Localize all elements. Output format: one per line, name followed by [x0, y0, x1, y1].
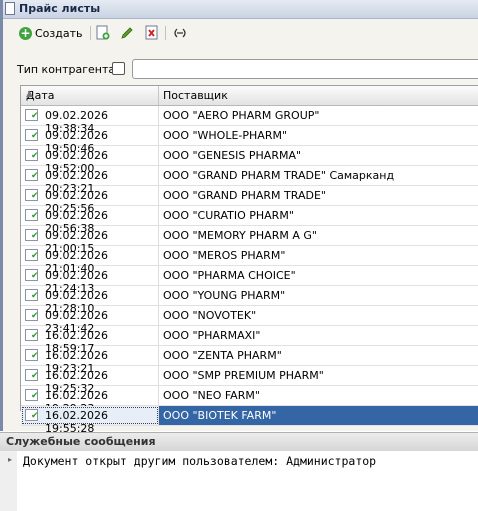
document-posted-icon [25, 389, 39, 401]
window-title-bar: Прайс листы [3, 0, 478, 19]
supplier-cell[interactable]: ООО "GENESIS PHARMA" [163, 149, 301, 162]
date-cell[interactable]: 09.02.2026 21:24:13 [21, 266, 159, 295]
table-row[interactable]: 09.02.2026 20:56:38 ООО "CURATIO PHARM" [21, 206, 478, 235]
toolbar-separator [90, 26, 91, 40]
supplier-cell[interactable]: ООО "ZENTA PHARM" [163, 349, 282, 362]
date-cell[interactable]: 09.02.2026 21:28:10 [21, 286, 159, 315]
sort-ascending-icon: ▲ [26, 89, 33, 99]
price-list-table: Дата ▲ Поставщик 09.02.2026 19:38:34 ООО … [20, 85, 478, 435]
table-row[interactable]: 09.02.2026 20:25:56 ООО "GRAND PHARM TRAD… [21, 186, 478, 215]
date-cell[interactable]: 16.02.2026 18:59:17 [21, 326, 159, 355]
date-cell[interactable]: 09.02.2026 20:23:21 [21, 166, 159, 195]
document-posted-icon [25, 109, 39, 121]
document-posted-icon [25, 329, 39, 341]
table-body: 09.02.2026 19:38:34 ООО "AERO PHARM GROUP… [21, 106, 478, 435]
supplier-cell[interactable]: ООО "PHARMAXI" [163, 329, 260, 342]
copy-icon [96, 25, 110, 40]
table-row[interactable]: 09.02.2026 20:23:21 ООО "GRAND PHARM TRAD… [21, 166, 478, 195]
copy-button[interactable] [96, 23, 110, 43]
table-row[interactable]: 16.02.2026 18:59:17 ООО "PHARMAXI" [21, 326, 478, 355]
document-posted-icon [25, 129, 39, 141]
create-button-label: Создать [35, 26, 83, 40]
table-row[interactable]: 09.02.2026 21:24:13 ООО "PHARMA CHOICE" [21, 266, 478, 295]
expand-arrow-icon[interactable]: ▸ [8, 455, 12, 464]
document-posted-icon [25, 169, 39, 181]
date-cell[interactable]: 09.02.2026 20:56:38 [21, 206, 159, 235]
messages-panel-title: Служебные сообщения [6, 435, 156, 448]
date-cell[interactable]: 09.02.2026 21:01:40 [21, 246, 159, 275]
supplier-cell[interactable]: ООО "BIOTEK FARM" [163, 409, 276, 422]
toolbar: + Создать [3, 21, 478, 45]
pencil-icon [121, 27, 133, 39]
document-posted-icon [25, 189, 39, 201]
supplier-cell[interactable]: ООО "SMP PREMIUM PHARM" [163, 369, 324, 382]
document-posted-icon [25, 229, 39, 241]
date-cell[interactable]: 16.02.2026 19:25:32 [21, 366, 159, 395]
supplier-cell[interactable]: ООО "CURATIO PHARM" [163, 209, 294, 222]
document-posted-icon [25, 349, 39, 361]
table-header: Дата ▲ Поставщик [21, 86, 478, 106]
filter-row: Тип контрагента: [3, 58, 478, 80]
supplier-cell[interactable]: ООО "GRAND PHARM TRADE" Самарканд [163, 169, 394, 182]
table-row[interactable]: 16.02.2026 19:23:21 ООО "ZENTA PHARM" [21, 346, 478, 375]
date-cell[interactable]: 09.02.2026 20:25:56 [21, 186, 159, 215]
table-row[interactable]: 16.02.2026 19:29:23 ООО "NEO FARM" [21, 386, 478, 415]
price-list-window: Прайс листы + Создать Тип контрагента: Д… [0, 0, 478, 435]
date-cell[interactable]: 16.02.2026 19:29:23 [21, 386, 159, 415]
table-row[interactable]: 09.02.2026 21:01:40 ООО "MEROS PHARM" [21, 246, 478, 275]
toolbar-separator [165, 26, 166, 40]
message-text: Документ открыт другим пользователем: Ад… [23, 454, 377, 468]
supplier-cell[interactable]: ООО "AERO PHARM GROUP" [163, 109, 319, 122]
date-cell[interactable]: 09.02.2026 21:00:15 [21, 226, 159, 255]
date-cell[interactable]: 16.02.2026 19:23:21 [21, 346, 159, 375]
date-cell[interactable]: 16.02.2026 19:55:28 [21, 406, 159, 435]
date-cell[interactable]: 09.02.2026 23:41:42 [21, 306, 159, 335]
counterparty-type-label: Тип контрагента: [17, 63, 119, 76]
delete-button[interactable] [145, 23, 159, 43]
table-row[interactable]: 09.02.2026 21:00:15 ООО "MEMORY PHARM A G… [21, 226, 478, 255]
document-posted-icon [25, 369, 39, 381]
window-title: Прайс листы [19, 2, 101, 15]
column-header-date[interactable]: Дата ▲ [21, 86, 159, 105]
document-icon [5, 2, 15, 15]
create-button[interactable]: + Создать [19, 23, 83, 43]
table-row[interactable]: 09.02.2026 19:38:34 ООО "AERO PHARM GROUP… [21, 106, 478, 135]
supplier-cell[interactable]: ООО "GRAND PHARM TRADE" [163, 189, 326, 202]
date-cell[interactable]: 09.02.2026 19:38:34 [21, 106, 159, 135]
counterparty-type-checkbox[interactable] [112, 62, 125, 75]
document-posted-icon [25, 409, 39, 421]
supplier-cell[interactable]: ООО "PHARMA CHOICE" [163, 269, 296, 282]
date-cell[interactable]: 09.02.2026 19:52:00 [21, 146, 159, 175]
supplier-cell[interactable]: ООО "WHOLE-PHARM" [163, 129, 287, 142]
document-posted-icon [25, 289, 39, 301]
supplier-cell[interactable]: ООО "NOVOTEK" [163, 309, 256, 322]
messages-panel-header: Служебные сообщения [0, 432, 478, 452]
plus-icon: + [19, 25, 32, 40]
table-row[interactable]: 09.02.2026 19:50:46 ООО "WHOLE-PHARM" [21, 126, 478, 155]
table-row[interactable]: 09.02.2026 19:52:00 ООО "GENESIS PHARMA" [21, 146, 478, 175]
counterparty-type-field[interactable] [132, 59, 478, 79]
table-row[interactable]: 16.02.2026 19:55:28 ООО "BIOTEK FARM" [21, 406, 478, 435]
table-row[interactable]: 09.02.2026 23:41:42 ООО "NOVOTEK" [21, 306, 478, 335]
delete-icon [145, 25, 158, 40]
table-row[interactable]: 16.02.2026 19:25:32 ООО "SMP PREMIUM PHAR… [21, 366, 478, 395]
supplier-cell[interactable]: ООО "YOUNG PHARM" [163, 289, 285, 302]
edit-button[interactable] [120, 23, 134, 43]
supplier-cell[interactable]: ООО "NEO FARM" [163, 389, 260, 402]
document-posted-icon [25, 249, 39, 261]
document-posted-icon [25, 209, 39, 221]
messages-panel: ▸ Документ открыт другим пользователем: … [0, 451, 478, 511]
document-posted-icon [25, 269, 39, 281]
table-row[interactable]: 09.02.2026 21:28:10 ООО "YOUNG PHARM" [21, 286, 478, 315]
document-posted-icon [25, 309, 39, 321]
link-arrows-icon [174, 28, 186, 38]
supplier-cell[interactable]: ООО "MEMORY PHARM A G" [163, 229, 317, 242]
link-button[interactable] [172, 23, 188, 43]
document-posted-icon [25, 149, 39, 161]
date-cell[interactable]: 09.02.2026 19:50:46 [21, 126, 159, 155]
supplier-cell[interactable]: ООО "MEROS PHARM" [163, 249, 285, 262]
